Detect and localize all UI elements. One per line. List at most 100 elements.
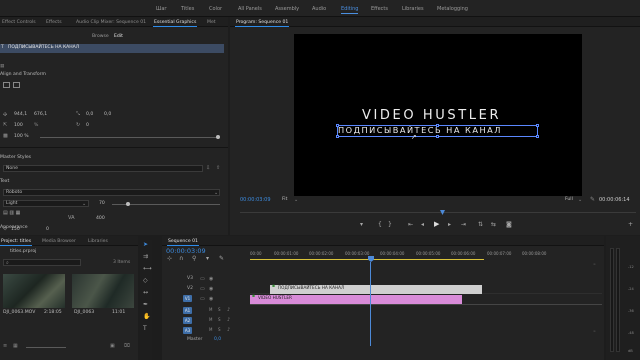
nest-icon[interactable]: ⊹ [167, 256, 172, 262]
tab-program[interactable]: Program: Sequence 01 [234, 20, 290, 27]
resize-handle[interactable] [336, 135, 339, 138]
microphone-icon[interactable]: ♪ [227, 308, 230, 313]
align-vertical-icon[interactable] [3, 82, 10, 88]
track-target-v1[interactable]: V1 [183, 295, 192, 302]
sync-lock-icon[interactable]: ▭ [200, 287, 205, 292]
add-button-icon[interactable]: + [628, 222, 633, 228]
tab-metadata[interactable]: Met [207, 20, 216, 25]
resize-handle[interactable] [436, 124, 439, 127]
workspace-tab-all-panels[interactable]: All Panels [238, 6, 262, 12]
font-dropdown[interactable]: Roboto ⌄ [3, 189, 220, 196]
program-scrub-bar[interactable] [240, 210, 636, 215]
add-marker-icon[interactable]: ▾ [206, 256, 209, 262]
tab-audio-clip-mixer[interactable]: Audio Clip Mixer: Sequence 01 [76, 20, 146, 25]
resize-handle[interactable] [536, 124, 539, 127]
track-label[interactable]: V3 [187, 276, 193, 282]
font-size-value[interactable]: 70 [99, 201, 105, 207]
layer-row[interactable]: T ПОДПИСЫВАЙТЕСЬ НА КАНАЛ [0, 44, 224, 53]
layer-tools-icon[interactable]: ▦ [0, 64, 4, 70]
clip-thumbnail[interactable] [3, 274, 65, 308]
track-target-a2[interactable]: A2 [183, 317, 192, 324]
track-select-icon[interactable]: ⇉ [143, 254, 148, 260]
snap-icon[interactable]: ∩ [179, 256, 183, 262]
sync-lock-icon[interactable]: ▭ [200, 277, 205, 282]
workspace-tab-editing[interactable]: Editing [341, 6, 359, 14]
browse-tab[interactable]: Browse [92, 34, 109, 40]
hand-tool-icon[interactable]: ✋ [143, 314, 150, 320]
zoom-slider[interactable] [26, 347, 66, 348]
workspace-tab-metalogging[interactable]: Metalogging [437, 6, 468, 12]
workspace-tab-effects[interactable]: Effects [371, 6, 388, 12]
title-clip[interactable]: ▪ ПОДПИСЫВАЙТЕСЬ НА КАНАЛ [270, 284, 482, 294]
type-tool-icon[interactable]: T [143, 326, 147, 332]
font-style-dropdown[interactable]: Light ⌄ [3, 200, 89, 207]
tab-libraries[interactable]: Libraries [88, 239, 108, 244]
timeline-settings-icon[interactable]: ✎ [219, 256, 224, 262]
program-timecode[interactable]: 00:00:03:09 [240, 198, 271, 203]
play-icon[interactable]: ▶ [434, 221, 439, 228]
tab-project[interactable]: Project: titles [0, 239, 33, 246]
text-align-icons[interactable]: ▤ ▥ ▦ [3, 211, 20, 216]
position-x[interactable]: 944,1 [14, 112, 27, 118]
workspace-tab-color[interactable]: Color [209, 6, 222, 12]
lift-icon[interactable]: ⇅ [478, 222, 483, 228]
mute-button[interactable]: M [209, 308, 212, 312]
mark-in-icon[interactable]: { [378, 222, 382, 228]
sync-lock-icon[interactable]: ▭ [200, 297, 205, 302]
track-scroll-icon[interactable]: ◦ [593, 263, 596, 268]
baseline-value[interactable]: 0 [46, 227, 49, 233]
tracking-value[interactable]: 400 [96, 216, 105, 222]
tab-essential-graphics[interactable]: Essential Graphics [152, 20, 198, 27]
go-to-in-icon[interactable]: ⇤ [408, 222, 413, 228]
resize-handle[interactable] [436, 135, 439, 138]
slip-tool-icon[interactable]: ↔ [143, 290, 148, 296]
title-clip[interactable]: ▪ VIDEO HUSTLER [250, 294, 462, 304]
new-item-icon[interactable]: ▣ [110, 344, 115, 349]
position-y[interactable]: 676,1 [34, 112, 47, 118]
work-area-bar[interactable] [250, 259, 484, 260]
rotation-value[interactable]: 0 [86, 123, 89, 129]
text-selection-box[interactable] [336, 124, 539, 138]
tab-effect-controls[interactable]: Effect Controls [2, 20, 36, 25]
icon-view-icon[interactable]: ▦ [13, 344, 18, 349]
tab-media-browser[interactable]: Media Browser [42, 239, 76, 244]
opacity-slider-track[interactable] [40, 137, 218, 138]
extract-icon[interactable]: ⇆ [491, 222, 496, 228]
opacity-value[interactable]: 100 % [14, 134, 29, 140]
trash-icon[interactable]: ⌧ [124, 344, 130, 349]
pen-tool-icon[interactable]: ✒ [143, 302, 148, 308]
style-push-icon[interactable]: ⇧ [216, 166, 220, 171]
font-size-slider-thumb[interactable] [126, 202, 130, 206]
ripple-edit-icon[interactable]: ⟷ [143, 266, 152, 272]
align-horizontal-icon[interactable] [13, 82, 20, 88]
clip-thumbnail[interactable] [72, 274, 134, 308]
solo-button[interactable]: S [218, 318, 221, 322]
timeline-timecode[interactable]: 00:00:03:09 [166, 248, 206, 255]
step-forward-icon[interactable]: ▸ [448, 222, 451, 228]
solo-button[interactable]: S [218, 328, 221, 332]
workspace-tab-assembly[interactable]: Assembly [275, 6, 299, 12]
mute-button[interactable]: M [209, 328, 212, 332]
mute-button[interactable]: M [209, 318, 212, 322]
scale-value[interactable]: 100 [14, 123, 23, 129]
step-back-icon[interactable]: ◂ [421, 222, 424, 228]
style-sync-icon[interactable]: ⇩ [206, 166, 210, 171]
linked-selection-icon[interactable]: ⚲ [192, 256, 196, 262]
microphone-icon[interactable]: ♪ [227, 318, 230, 323]
resize-handle[interactable] [536, 135, 539, 138]
add-marker-icon[interactable]: ▾ [360, 222, 363, 228]
selection-tool-icon[interactable]: ➤ [143, 242, 148, 248]
anchor-x[interactable]: 0,0 [86, 112, 93, 118]
fit-dropdown[interactable]: Fit ⌄ [280, 197, 302, 204]
mark-out-icon[interactable]: } [388, 222, 392, 228]
go-to-out-icon[interactable]: ⇥ [461, 222, 466, 228]
track-target-a3[interactable]: A3 [183, 327, 192, 334]
opacity-slider-thumb[interactable] [216, 135, 220, 139]
solo-button[interactable]: S [218, 308, 221, 312]
workspace-tab-titles[interactable]: Titles [181, 6, 194, 12]
tab-sequence[interactable]: Sequence 01 [167, 239, 199, 246]
eye-icon[interactable]: ◉ [209, 277, 213, 282]
track-label[interactable]: V2 [187, 286, 193, 292]
razor-icon[interactable]: ◇ [143, 278, 148, 284]
master-volume[interactable]: 0,0 [214, 337, 221, 343]
